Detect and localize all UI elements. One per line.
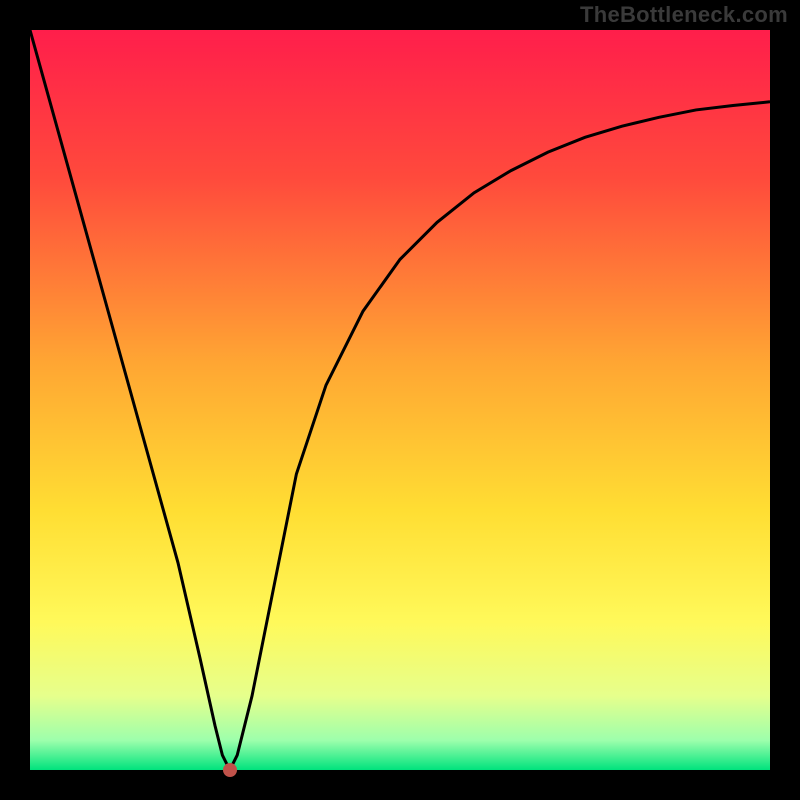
optimal-point-marker <box>223 763 237 777</box>
watermark-text: TheBottleneck.com <box>580 2 788 28</box>
plot-area <box>30 30 770 770</box>
curve-layer <box>30 30 770 770</box>
bottleneck-curve <box>30 30 770 770</box>
chart-container: TheBottleneck.com <box>0 0 800 800</box>
